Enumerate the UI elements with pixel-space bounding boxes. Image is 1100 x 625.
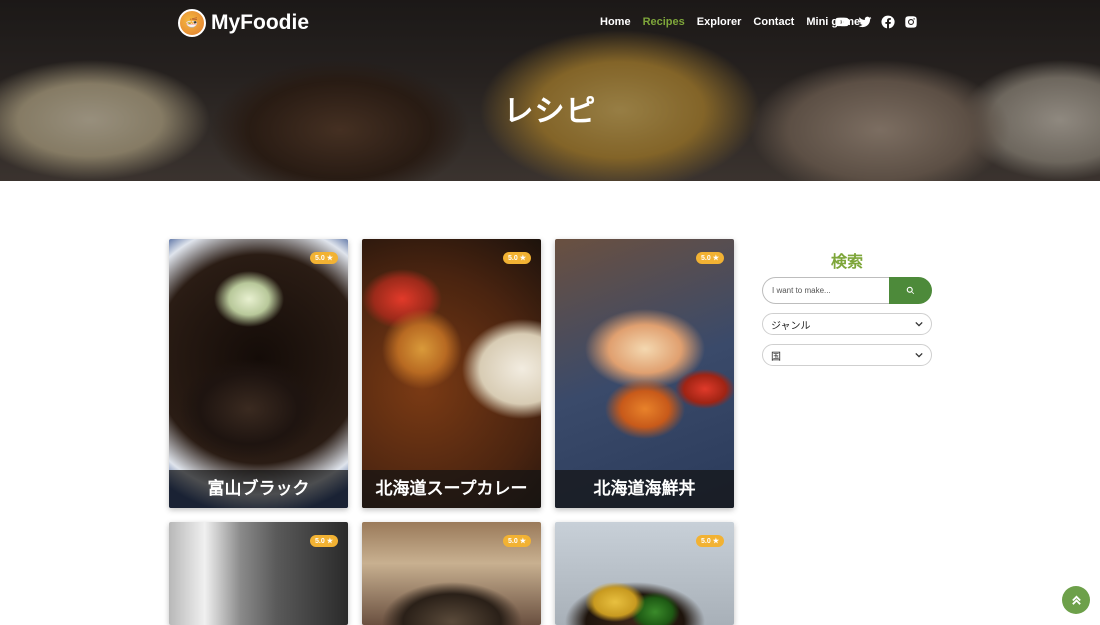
brand[interactable]: 🍜 MyFoodie [178,9,309,37]
youtube-icon[interactable] [835,15,849,29]
nav-home[interactable]: Home [600,16,631,28]
chevron-down-icon [915,320,923,328]
star-icon: ★ [519,255,526,262]
main-menu: Home Recipes Explorer Contact Mini game [600,16,872,28]
navbar: 🍜 MyFoodie Home Recipes Explorer Contact… [0,0,1100,46]
star-icon: ★ [519,538,526,545]
country-select-label: 国 [771,351,781,363]
star-icon: ★ [712,255,719,262]
recipe-image [362,239,541,508]
recipe-card[interactable]: 5.0 ★ [555,522,734,625]
recipe-image [555,239,734,508]
double-chevron-up-icon [1071,595,1081,605]
recipe-card[interactable]: 5.0 ★ [362,522,541,625]
star-icon: ★ [326,255,333,262]
back-to-top-button[interactable] [1062,586,1090,614]
search-button[interactable] [889,277,932,304]
rating-badge: 5.0 ★ [502,535,531,547]
rating-badge: 5.0 ★ [309,535,338,547]
recipe-image [169,239,348,508]
twitter-icon[interactable] [858,15,872,29]
logo-icon: 🍜 [178,9,206,37]
facebook-icon[interactable] [881,15,895,29]
recipe-card[interactable]: 5.0 ★ 北海道スープカレー [362,239,541,508]
rating-badge: 5.0 ★ [695,535,724,547]
instagram-icon[interactable] [904,15,918,29]
genre-select-label: ジャンル [771,320,811,332]
recipe-card[interactable]: 5.0 ★ [169,522,348,625]
nav-recipes[interactable]: Recipes [643,16,685,28]
recipe-title: 北海道スープカレー [362,470,541,508]
rating-badge: 5.0 ★ [309,252,338,264]
recipe-card[interactable]: 5.0 ★ 富山ブラック [169,239,348,508]
rating-badge: 5.0 ★ [502,252,531,264]
brand-name: MyFoodie [211,11,309,34]
search-icon [906,286,915,295]
nav-explorer[interactable]: Explorer [697,16,742,28]
recipe-title: 富山ブラック [169,470,348,508]
recipe-card[interactable]: 5.0 ★ 北海道海鮮丼 [555,239,734,508]
social-links [835,15,918,29]
search-form [762,277,932,304]
star-icon: ★ [712,538,719,545]
country-select[interactable]: 国 [762,344,932,366]
star-icon: ★ [326,538,333,545]
chevron-down-icon [915,351,923,359]
search-input[interactable] [762,277,889,304]
genre-select[interactable]: ジャンル [762,313,932,335]
rating-badge: 5.0 ★ [695,252,724,264]
recipe-title: 北海道海鮮丼 [555,470,734,508]
nav-contact[interactable]: Contact [753,16,794,28]
page-title: レシピ [503,94,597,129]
search-title: 検索 [830,252,863,271]
